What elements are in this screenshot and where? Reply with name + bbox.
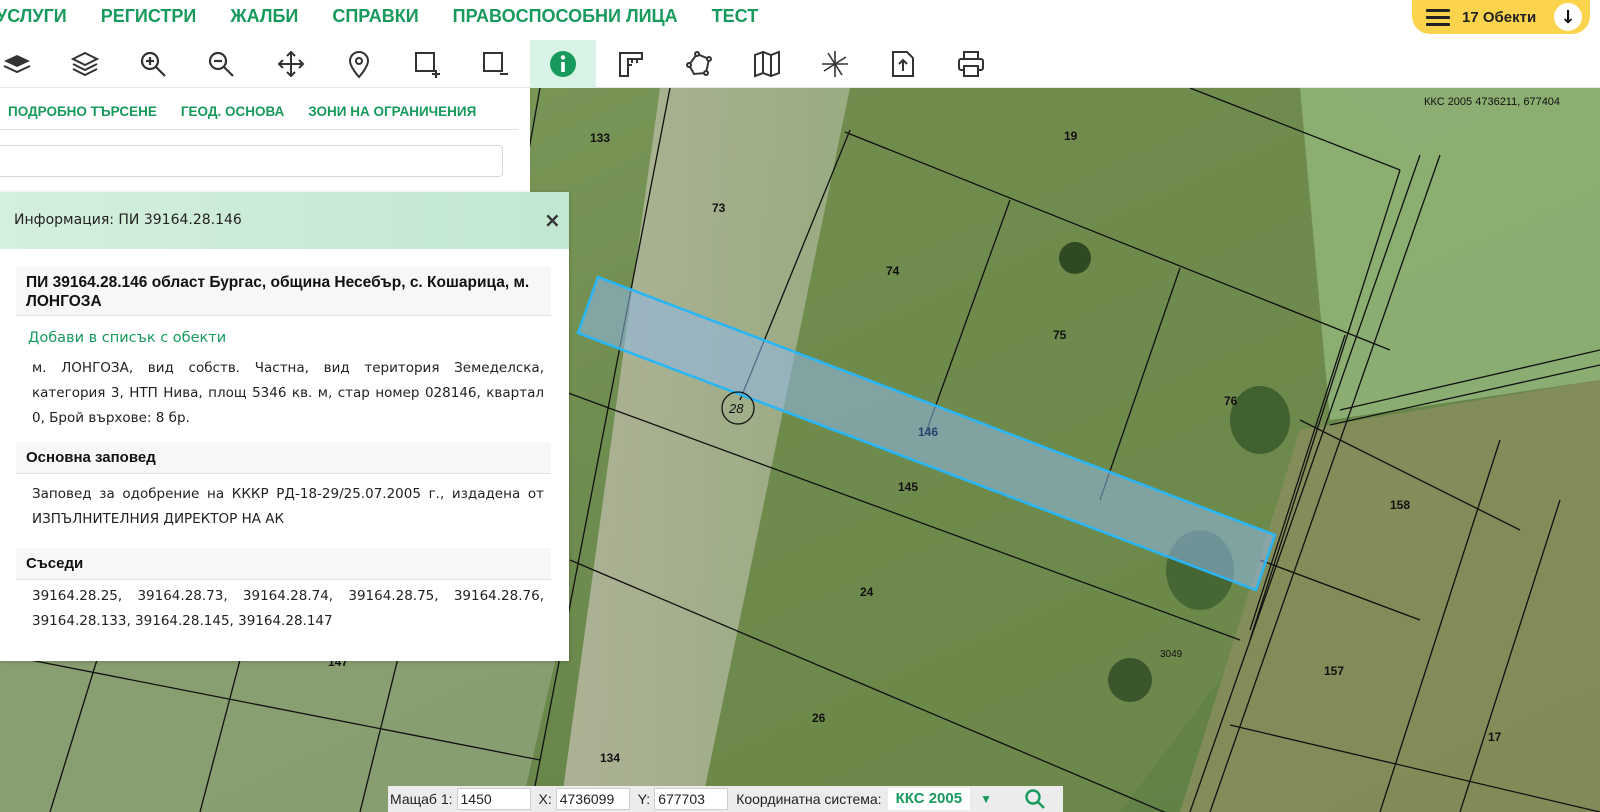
measure-tool[interactable] (598, 40, 664, 88)
location-tool[interactable] (326, 40, 392, 88)
tab-restriction-zones[interactable]: ЗОНИ НА ОГРАНИЧЕНИЯ (308, 104, 476, 119)
nav-item-licensed-persons[interactable]: ПРАВОСПОСОБНИ ЛИЦА (453, 6, 678, 27)
measure-icon (619, 52, 643, 77)
select-remove-tool[interactable] (462, 40, 528, 88)
zoom-in-tool[interactable] (120, 40, 186, 88)
svg-text:146: 146 (918, 425, 938, 439)
svg-text:24: 24 (860, 585, 874, 599)
layers-icon (70, 51, 100, 77)
map-status-bar: Мащаб 1: 1450 X: 4736099 Y: 677703 Коорд… (388, 786, 1063, 812)
nav-item-complaints[interactable]: ЖАЛБИ (230, 6, 298, 27)
parcel-details: м. ЛОНГОЗА, вид собств. Частна, вид тери… (32, 360, 544, 426)
pan-tool[interactable] (258, 40, 324, 88)
neighbors-text: 39164.28.25, 39164.28.73, 39164.28.74, 3… (32, 588, 544, 629)
svg-text:145: 145 (898, 480, 918, 494)
popup-header: Информация: ПИ 39164.28.146 × (0, 192, 569, 249)
location-pin-icon (348, 51, 370, 79)
export-icon (892, 51, 914, 77)
parcel-heading: ПИ 39164.28.146 област Бургас, община Не… (16, 267, 551, 316)
side-tabs: ПОДРОБНО ТЪРСЕНЕ ГЕОД. ОСНОВА ЗОНИ НА ОГ… (8, 104, 476, 119)
select-add-tool[interactable] (394, 40, 460, 88)
pan-icon (277, 50, 305, 78)
svg-text:3049: 3049 (1160, 649, 1183, 660)
info-popup: Информация: ПИ 39164.28.146 × ПИ 39164.2… (0, 192, 569, 661)
order-heading: Основна заповед (16, 442, 551, 474)
top-navigation: УСЛУГИ РЕГИСТРИ ЖАЛБИ СПРАВКИ ПРАВОСПОСО… (0, 0, 1600, 40)
svg-text:158: 158 (1390, 498, 1410, 512)
crs-select[interactable]: ККС 2005 (887, 788, 971, 810)
zoom-out-icon (208, 51, 234, 77)
zoom-in-icon (140, 51, 166, 77)
crosshair-tool[interactable] (802, 40, 868, 88)
polygon-tool[interactable] (666, 40, 732, 88)
nav-item-registers[interactable]: РЕГИСТРИ (101, 6, 197, 27)
popup-title: Информация: ПИ 39164.28.146 (14, 212, 242, 228)
close-icon[interactable]: × (544, 208, 561, 232)
y-coordinate-input[interactable]: 677703 (654, 788, 729, 810)
svg-text:26: 26 (812, 711, 826, 725)
layers-filled-tool[interactable] (0, 40, 50, 88)
svg-text:73: 73 (712, 201, 726, 215)
svg-text:75: 75 (1053, 328, 1067, 342)
search-icon[interactable] (1024, 788, 1046, 810)
svg-text:74: 74 (886, 264, 900, 278)
x-coordinate-input[interactable]: 4736099 (555, 788, 630, 810)
zoom-out-tool[interactable] (188, 40, 254, 88)
layers-tool[interactable] (52, 40, 118, 88)
scale-label: Мащаб 1: (390, 791, 453, 807)
side-panel: ПОДРОБНО ТЪРСЕНЕ ГЕОД. ОСНОВА ЗОНИ НА ОГ… (0, 88, 530, 198)
map-icon (754, 50, 780, 78)
select-rectangle-remove-icon (483, 52, 508, 75)
print-icon (958, 51, 984, 77)
map-coordinates-readout: ККС 2005 4736211, 677404 (1424, 96, 1561, 108)
layers-filled-icon (3, 55, 31, 74)
svg-text:133: 133 (590, 131, 610, 145)
crs-label: Координатна система: (736, 791, 882, 807)
order-text: Заповед за одобрение на КККР РД-18-29/25… (32, 486, 544, 527)
nav-item-test[interactable]: ТЕСТ (712, 6, 759, 27)
hamburger-icon (1426, 8, 1450, 26)
y-label: Y: (637, 791, 651, 807)
search-input[interactable] (0, 145, 503, 177)
svg-text:28: 28 (728, 401, 744, 416)
triangle-down-icon[interactable]: ▼ (980, 792, 992, 806)
arrow-down-icon[interactable]: ↓ (1554, 3, 1582, 31)
objects-count-label: 17 Обекти (1462, 8, 1537, 26)
select-rectangle-add-icon (415, 52, 440, 78)
svg-text:157: 157 (1324, 664, 1344, 678)
svg-text:19: 19 (1064, 129, 1078, 143)
export-tool[interactable] (870, 40, 936, 88)
tab-detailed-search[interactable]: ПОДРОБНО ТЪРСЕНЕ (8, 104, 157, 119)
main-menu: УСЛУГИ РЕГИСТРИ ЖАЛБИ СПРАВКИ ПРАВОСПОСО… (0, 6, 758, 27)
add-to-objects-link[interactable]: Добави в списък с обекти (28, 330, 226, 346)
info-icon (550, 51, 576, 77)
svg-text:76: 76 (1224, 394, 1238, 408)
nav-item-services[interactable]: УСЛУГИ (0, 6, 67, 27)
objects-list-button[interactable]: 17 Обекти ↓ (1412, 0, 1590, 34)
nav-item-references[interactable]: СПРАВКИ (332, 6, 418, 27)
crosshair-icon (822, 51, 848, 77)
polygon-icon (686, 51, 712, 76)
neighbors-heading: Съседи (16, 548, 551, 580)
print-tool[interactable] (938, 40, 1004, 88)
svg-text:17: 17 (1488, 730, 1502, 744)
map-tool[interactable] (734, 40, 800, 88)
scale-input[interactable]: 1450 (456, 788, 531, 810)
x-label: X: (538, 791, 552, 807)
tab-geodetic-base[interactable]: ГЕОД. ОСНОВА (181, 104, 284, 119)
divider (0, 129, 518, 130)
svg-text:134: 134 (600, 751, 620, 765)
map-toolbar (0, 40, 1600, 88)
info-tool[interactable] (530, 40, 596, 88)
